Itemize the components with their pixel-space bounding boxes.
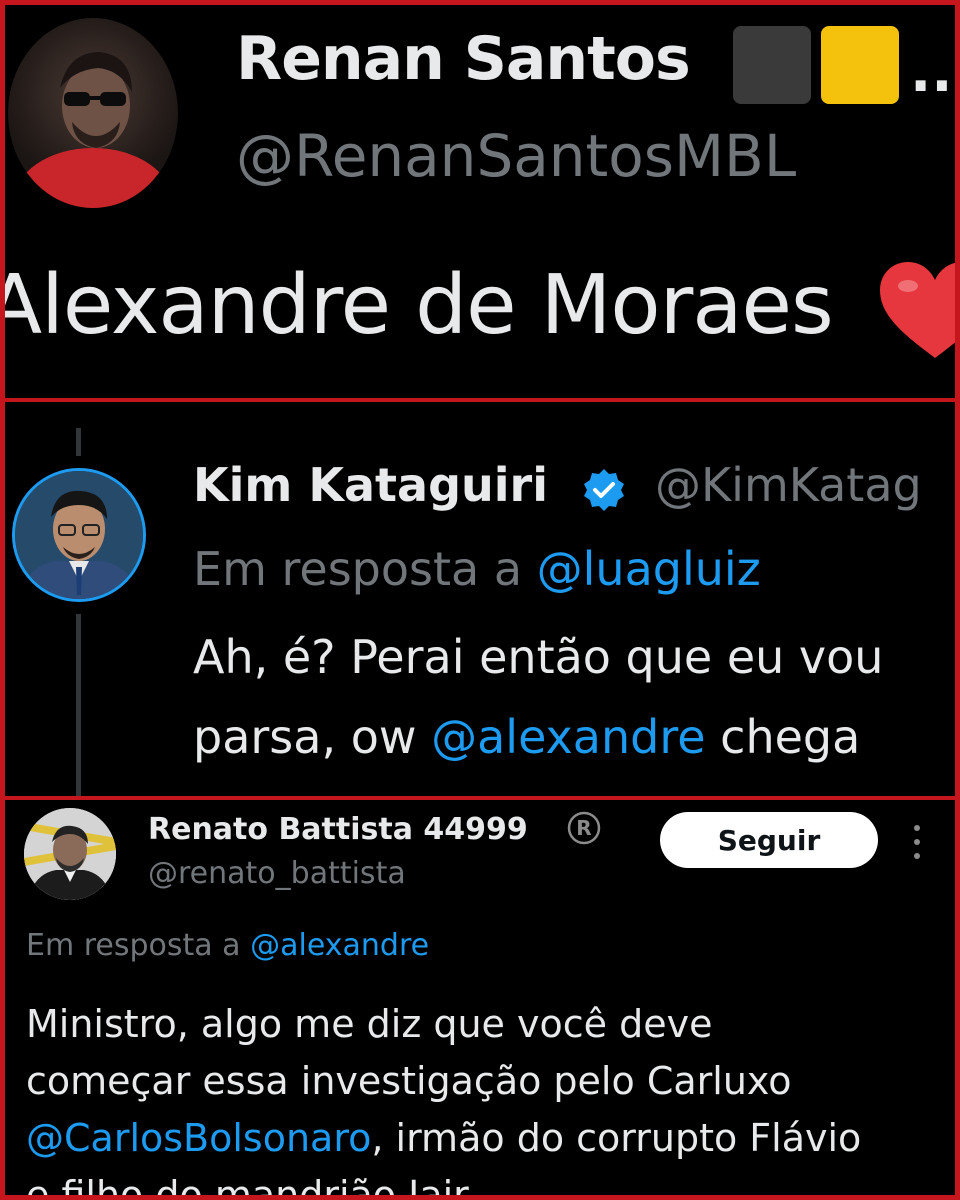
tweet-body-line4: e filho do mandrião Jair xyxy=(26,1173,469,1200)
tweet-body: Ministro, algo me diz que você deve come… xyxy=(26,996,861,1200)
reply-to-link[interactable]: @alexandre xyxy=(250,928,429,963)
user-handle[interactable]: @renato_battista xyxy=(148,856,406,891)
black-square-icon xyxy=(733,26,811,104)
display-name[interactable]: Renato Battista 44999 xyxy=(148,812,528,847)
yellow-square-icon xyxy=(821,26,899,104)
mention-link[interactable]: @CarlosBolsonaro xyxy=(26,1116,371,1160)
reply-context: Em resposta a @alexandre xyxy=(26,928,429,963)
user-handle[interactable]: @RenanSantosMBL xyxy=(236,122,796,190)
thread-line-top xyxy=(76,428,81,456)
tweet-panel-renato: Renato Battista 44999 R @renato_battista… xyxy=(0,800,960,1200)
reply-prefix: Em resposta a xyxy=(26,928,241,963)
tweet-text: Alexandre de Moraes xyxy=(0,258,834,353)
avatar-kim[interactable] xyxy=(12,468,146,602)
name-truncation: ... xyxy=(910,40,960,105)
tweet-body-line3: @CarlosBolsonaro, irmão do corrupto Fláv… xyxy=(26,1110,861,1167)
more-options-icon[interactable] xyxy=(906,822,928,862)
reply-to-link[interactable]: @luagluiz xyxy=(537,542,761,596)
text-segment: chega xyxy=(705,710,861,764)
registered-icon: R xyxy=(567,811,601,845)
emoji-squares xyxy=(733,26,899,104)
avatar-renato[interactable] xyxy=(24,808,116,900)
user-handle[interactable]: @KimKatag xyxy=(655,458,922,512)
text-segment: , irmão do corrupto Flávio xyxy=(371,1116,862,1160)
tweet-panel-kim: Kim Kataguiri @KimKatag Em resposta a @l… xyxy=(0,402,960,796)
avatar-renan[interactable] xyxy=(8,18,178,208)
heart-icon xyxy=(880,262,960,358)
verified-badge-icon xyxy=(584,469,624,511)
reply-context: Em resposta a @luagluiz xyxy=(193,542,761,596)
tweet-text-line2: parsa, ow @alexandre chega xyxy=(193,710,860,764)
tweet-body-line1: Ministro, algo me diz que você deve xyxy=(26,1002,713,1046)
thread-line-bottom xyxy=(76,614,81,796)
tweet-text-line1: Ah, é? Perai então que eu vou xyxy=(193,630,884,684)
tweet-body-line2: começar essa investigação pelo Carluxo xyxy=(26,1059,792,1103)
follow-button[interactable]: Seguir xyxy=(660,812,878,868)
reply-prefix: Em resposta a xyxy=(193,542,523,596)
svg-text:R: R xyxy=(576,816,591,840)
mention-link[interactable]: @alexandre xyxy=(431,710,705,764)
text-segment: parsa, ow xyxy=(193,710,432,764)
display-name[interactable]: Kim Kataguiri xyxy=(193,458,548,512)
tweet-panel-renan: Renan Santos ... @RenanSantosMBL Alexand… xyxy=(0,0,960,398)
display-name[interactable]: Renan Santos xyxy=(236,24,691,94)
